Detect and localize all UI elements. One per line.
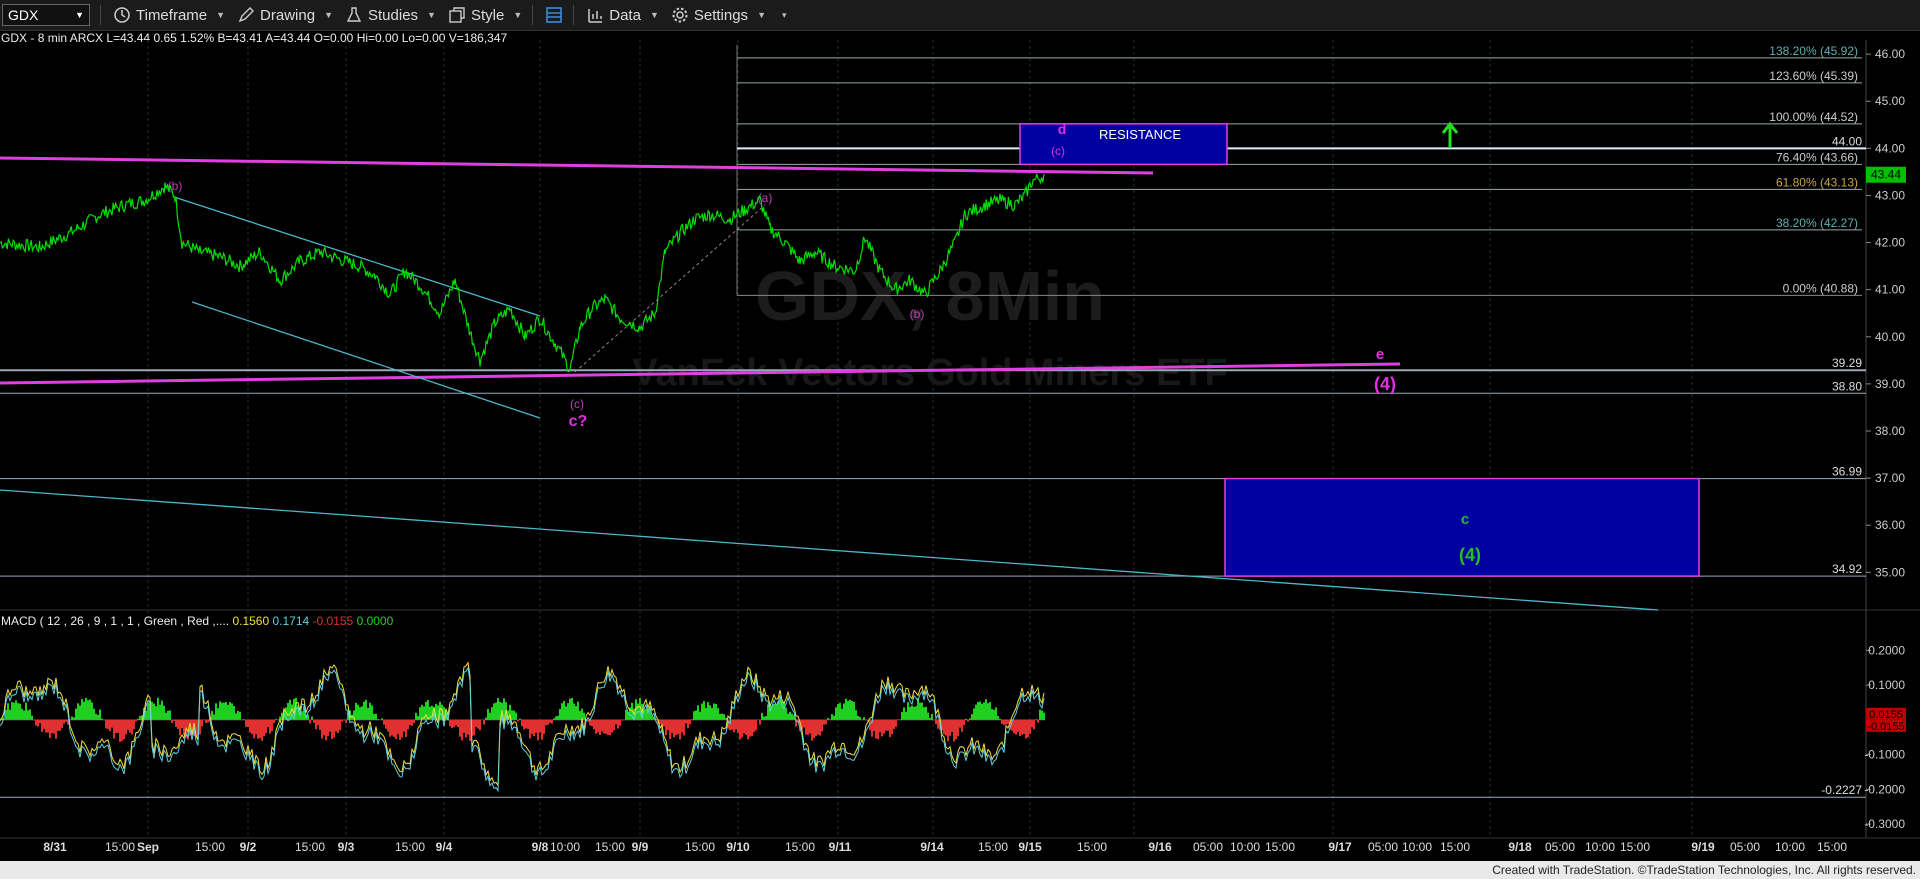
- time-tick-label: 9/11: [829, 840, 852, 854]
- time-tick-label: 8/31: [43, 840, 67, 854]
- wave-label: e: [1376, 346, 1384, 363]
- wave-label: c?: [569, 413, 588, 430]
- price-tick-label: 45.00: [1875, 94, 1905, 108]
- fib-level-label: 38.20% (42.27): [1776, 216, 1858, 230]
- time-tick-label: 15:00: [395, 840, 425, 854]
- time-tick-label: 15:00: [105, 840, 135, 854]
- time-tick-label: 15:00: [1817, 840, 1847, 854]
- time-tick-label: 15:00: [595, 840, 625, 854]
- time-tick-label: 9/17: [1328, 840, 1352, 854]
- wave-label: c: [1461, 511, 1469, 528]
- macd-level-label: -0.2227: [1821, 783, 1862, 797]
- price-tick-label: 35.00: [1875, 565, 1905, 579]
- time-tick-label: 15:00: [1440, 840, 1470, 854]
- macd-tick-label: -0.3000: [1864, 817, 1905, 831]
- fib-level-label: 123.60% (45.39): [1769, 69, 1858, 83]
- time-tick-label: 15:00: [685, 840, 715, 854]
- time-tick-label: 9/10: [726, 840, 750, 854]
- time-tick-label: 15:00: [1077, 840, 1107, 854]
- price-tick-label: 46.00: [1875, 47, 1905, 61]
- fib-level-label: 138.20% (45.92): [1769, 44, 1858, 58]
- time-tick-label: 9/3: [338, 840, 355, 854]
- macd-zero-tag-label: 0.0155: [1869, 709, 1903, 721]
- time-tick-label: 05:00: [1545, 840, 1575, 854]
- fib-level-label: 0.00% (40.88): [1783, 281, 1858, 295]
- macd-tick-label: 0.1000: [1868, 678, 1905, 692]
- time-tick-label: 05:00: [1730, 840, 1760, 854]
- time-tick-label: 10:00: [1230, 840, 1260, 854]
- wave-label: d: [1058, 121, 1067, 137]
- price-tick-label: 42.00: [1875, 236, 1905, 250]
- time-tick-label: 15:00: [785, 840, 815, 854]
- macd-legend: MACD ( 12 , 26 , 9 , 1 , 1 , Green , Red…: [1, 614, 393, 628]
- time-tick-label: 9/14: [920, 840, 944, 854]
- time-tick-label: 05:00: [1193, 840, 1223, 854]
- level-label: 38.80: [1832, 379, 1862, 393]
- price-tick-label: 41.00: [1875, 283, 1905, 297]
- wave-label: (4): [1374, 374, 1396, 394]
- price-tick-label: 39.00: [1875, 377, 1905, 391]
- level-label: 34.92: [1832, 562, 1862, 576]
- time-tick-label: 15:00: [295, 840, 325, 854]
- macd-value-tag-label: -0.0155: [1867, 721, 1904, 733]
- price-tick-label: 43.00: [1875, 188, 1905, 202]
- price-tick-label: 37.00: [1875, 471, 1905, 485]
- time-tick-label: 9/16: [1148, 840, 1172, 854]
- upper-magenta-trendline: [0, 156, 1154, 175]
- time-tick-label: 9/19: [1691, 840, 1715, 854]
- fib-level-label: 100.00% (44.52): [1769, 110, 1858, 124]
- macd-title: MACD ( 12 , 26 , 9 , 1 , 1 , Green , Red…: [1, 614, 230, 628]
- time-tick-label: 15:00: [1265, 840, 1295, 854]
- last-price-tag-label: 43.44: [1871, 168, 1901, 182]
- time-tick-label: 9/9: [632, 840, 649, 854]
- price-tick-label: 38.00: [1875, 424, 1905, 438]
- price-tick-label: 40.00: [1875, 330, 1905, 344]
- macd-tick-label: 0.2000: [1868, 643, 1905, 657]
- price-tick-label: 36.00: [1875, 518, 1905, 532]
- level-label: 39.29: [1832, 356, 1862, 370]
- macd-tick-label: -0.2000: [1864, 782, 1905, 796]
- macd-value-3: -0.0155: [312, 614, 354, 628]
- macd-value-4: 0.0000: [356, 614, 394, 628]
- wave-label: (b): [910, 307, 925, 321]
- footer-credit: Created with TradeStation. ©TradeStation…: [0, 861, 1920, 879]
- price-tick-label: 44.00: [1875, 141, 1905, 155]
- time-tick-label: 9/15: [1018, 840, 1042, 854]
- time-tick-label: 10:00: [1402, 840, 1432, 854]
- time-tick-label: 10:00: [550, 840, 580, 854]
- time-tick-label: 10:00: [1775, 840, 1805, 854]
- wave-label: (c): [570, 397, 584, 411]
- time-tick-label: 9/8: [532, 840, 549, 854]
- macd-value-1: 0.1560: [232, 614, 270, 628]
- time-tick-label: 15:00: [978, 840, 1008, 854]
- time-tick-label: 10:00: [1585, 840, 1615, 854]
- time-tick-label: 9/18: [1508, 840, 1532, 854]
- macd-tick-label: -0.1000: [1864, 748, 1905, 762]
- chart-watermark: GDX, 8Min: [755, 257, 1105, 335]
- wave-label: (4): [1459, 545, 1481, 565]
- wave-label: (c): [1051, 144, 1065, 158]
- channel-lower-line: [191, 301, 541, 419]
- time-tick-label: 9/4: [436, 840, 453, 854]
- up-arrow-icon: [1441, 121, 1459, 148]
- time-tick-label: 15:00: [195, 840, 225, 854]
- fib-level-label: 76.40% (43.66): [1776, 150, 1858, 164]
- resistance-label: RESISTANCE: [1099, 127, 1181, 142]
- level-label: 36.99: [1832, 465, 1862, 479]
- macd-value-2: 0.1714: [272, 614, 310, 628]
- time-tick-label: Sep: [137, 840, 159, 854]
- price-chart[interactable]: GDX, 8MinVanEck Vectors Gold Miners ETF4…: [0, 0, 1920, 879]
- time-tick-label: 05:00: [1368, 840, 1398, 854]
- time-tick-label: 15:00: [1620, 840, 1650, 854]
- fib-level-label: 61.80% (43.13): [1776, 175, 1858, 189]
- time-tick-label: 9/2: [240, 840, 257, 854]
- level-label: 44.00: [1832, 134, 1862, 148]
